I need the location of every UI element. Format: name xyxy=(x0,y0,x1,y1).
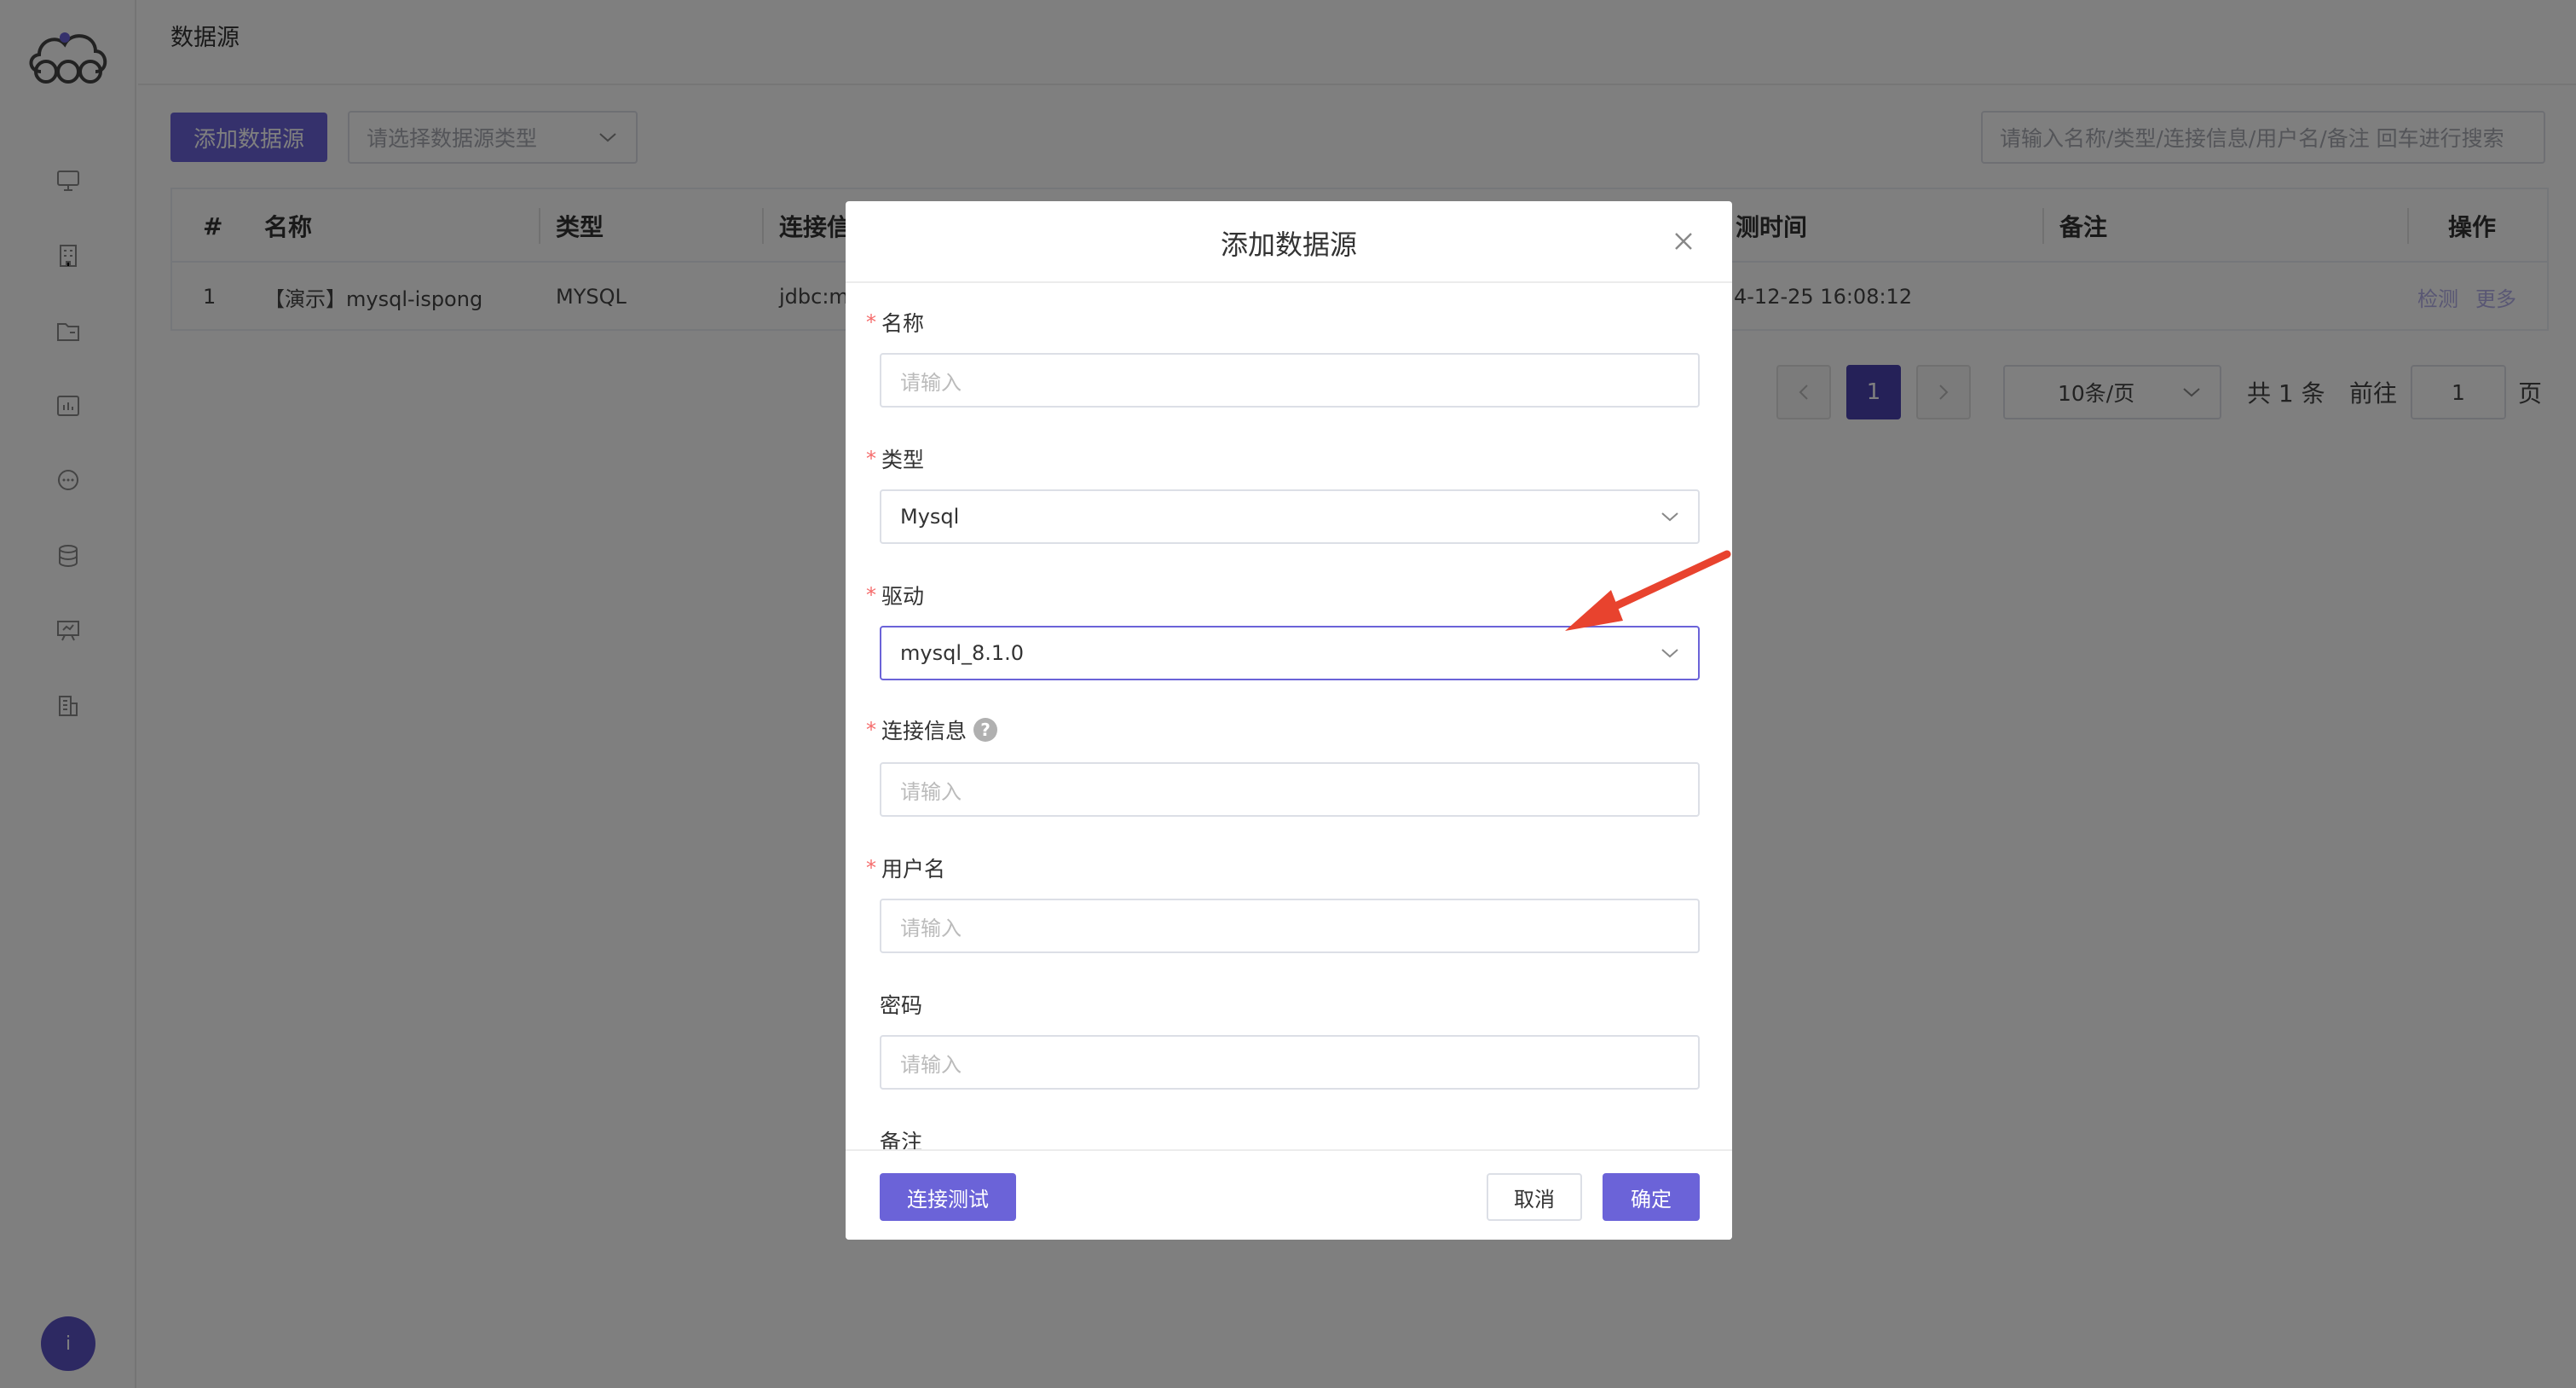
password-placeholder: 请输入 xyxy=(900,1052,962,1077)
type-select[interactable]: Mysql xyxy=(880,489,1700,544)
conn-label: * 连接信息 ? xyxy=(866,714,998,745)
dialog-header: 添加数据源 xyxy=(846,201,1732,283)
user-input[interactable]: 请输入 xyxy=(880,899,1700,953)
password-label-text: 密码 xyxy=(880,993,923,1018)
password-input[interactable]: 请输入 xyxy=(880,1035,1700,1090)
conn-label-text: 连接信息 xyxy=(881,719,967,743)
driver-label-text: 驱动 xyxy=(881,584,925,609)
chevron-down-icon xyxy=(1661,512,1678,522)
required-mark: * xyxy=(866,310,876,334)
chevron-down-icon xyxy=(1661,649,1678,658)
type-label-text: 类型 xyxy=(881,448,925,472)
required-mark: * xyxy=(866,583,876,607)
driver-label: * 驱动 xyxy=(866,580,924,610)
user-label-text: 用户名 xyxy=(881,857,946,882)
password-label: 密码 xyxy=(880,989,922,1020)
required-mark: * xyxy=(866,718,876,742)
user-placeholder: 请输入 xyxy=(900,916,962,940)
add-datasource-dialog: 添加数据源 * 名称 请输入 * 类型 Mysql * 驱动 mysql_8.1… xyxy=(846,201,1732,1240)
required-mark: * xyxy=(866,447,876,471)
driver-value: mysql_8.1.0 xyxy=(900,641,1025,665)
type-label: * 类型 xyxy=(866,443,924,474)
annotation-arrow-icon xyxy=(1565,550,1731,631)
name-placeholder: 请输入 xyxy=(900,370,962,395)
name-label-text: 名称 xyxy=(881,311,925,336)
test-connection-button[interactable]: 连接测试 xyxy=(880,1173,1016,1221)
cancel-button[interactable]: 取消 xyxy=(1487,1173,1582,1221)
required-mark: * xyxy=(866,856,876,880)
name-label: * 名称 xyxy=(866,307,924,338)
type-value: Mysql xyxy=(900,505,960,529)
help-icon[interactable]: ? xyxy=(973,718,998,742)
dialog-title: 添加数据源 xyxy=(1220,228,1357,261)
conn-input[interactable]: 请输入 xyxy=(880,762,1700,817)
confirm-button[interactable]: 确定 xyxy=(1603,1173,1700,1221)
dialog-footer: 连接测试 取消 确定 xyxy=(846,1149,1732,1240)
close-icon[interactable] xyxy=(1669,227,1698,256)
dialog-body: * 名称 请输入 * 类型 Mysql * 驱动 mysql_8.1.0 * 连… xyxy=(846,285,1732,1240)
conn-placeholder: 请输入 xyxy=(900,779,962,804)
name-input[interactable]: 请输入 xyxy=(880,353,1700,408)
user-label: * 用户名 xyxy=(866,853,945,883)
